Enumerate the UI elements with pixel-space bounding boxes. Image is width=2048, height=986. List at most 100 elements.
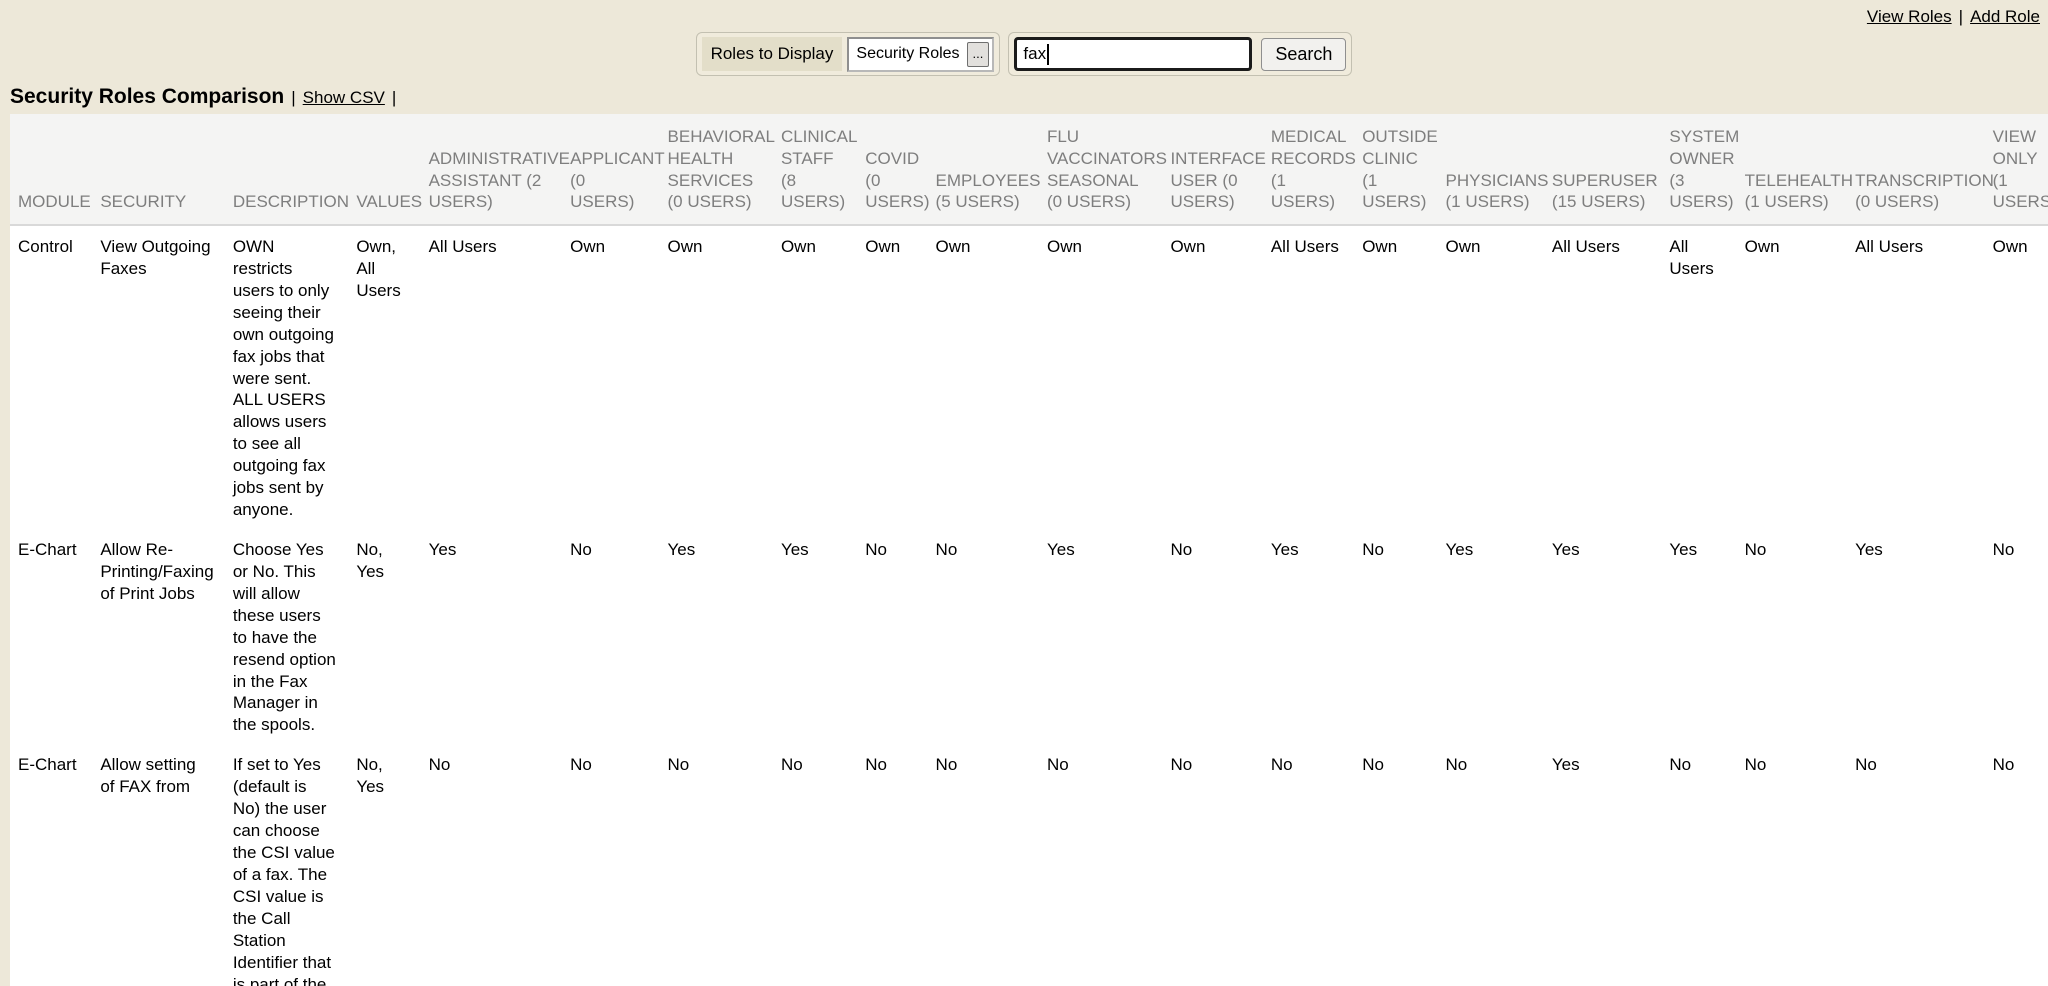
role-value-cell: All Users — [1847, 225, 1985, 529]
search-button[interactable]: Search — [1261, 38, 1346, 71]
page-title: Security Roles Comparison — [10, 85, 284, 109]
search-input[interactable]: fax — [1014, 37, 1252, 71]
heading-separator: | — [291, 88, 295, 108]
role-value-cell: No — [1737, 529, 1847, 744]
role-value-cell: Own — [773, 225, 857, 529]
top-links-separator: | — [1959, 7, 1963, 27]
show-csv-link[interactable]: Show CSV — [303, 88, 385, 108]
role-value-cell: No — [1985, 744, 2048, 986]
role-value-cell: No — [1354, 744, 1437, 986]
column-header: MODULE — [10, 114, 92, 225]
description-cell: If set to Yes (default is No) the user c… — [225, 744, 348, 986]
role-value-cell: No — [1737, 744, 1847, 986]
roles-to-display-label: Roles to Display — [702, 37, 843, 71]
role-value-cell: Yes — [660, 529, 773, 744]
column-header: MEDICAL RECORDS (1 USERS) — [1263, 114, 1354, 225]
search-input-value: fax — [1023, 44, 1046, 64]
security-cell: Allow setting of FAX from — [92, 744, 225, 986]
role-value-cell: Own — [1985, 225, 2048, 529]
column-header: VALUES — [348, 114, 420, 225]
column-header: FLU VACCINATORS SEASONAL (0 USERS) — [1039, 114, 1162, 225]
toolbar: Roles to Display Security Roles ... fax … — [0, 32, 2048, 76]
role-value-cell: No — [1162, 744, 1262, 986]
role-value-cell: Yes — [773, 529, 857, 744]
roles-to-display-group: Roles to Display Security Roles ... — [696, 32, 1001, 76]
role-value-cell: No — [1438, 744, 1544, 986]
role-value-cell: Own — [857, 225, 927, 529]
role-value-cell: Own — [1039, 225, 1162, 529]
role-value-cell: Yes — [421, 529, 563, 744]
module-cell: E-Chart — [10, 529, 92, 744]
role-value-cell: Own — [1438, 225, 1544, 529]
role-value-cell: Own — [928, 225, 1039, 529]
role-value-cell: No — [928, 744, 1039, 986]
role-value-cell: Own — [1354, 225, 1437, 529]
column-header: BEHAVIORAL HEALTH SERVICES (0 USERS) — [660, 114, 773, 225]
table-row: E-ChartAllow setting of FAX fromIf set t… — [10, 744, 2048, 986]
role-value-cell: No — [1162, 529, 1262, 744]
column-header: COVID (0 USERS) — [857, 114, 927, 225]
role-value-cell: No — [562, 744, 659, 986]
view-roles-link[interactable]: View Roles — [1867, 7, 1952, 27]
roles-select-ellipsis-button[interactable]: ... — [967, 42, 990, 67]
role-value-cell: No — [1263, 744, 1354, 986]
role-value-cell: Yes — [1263, 529, 1354, 744]
role-value-cell: Yes — [1438, 529, 1544, 744]
role-value-cell: No — [562, 529, 659, 744]
module-cell: Control — [10, 225, 92, 529]
role-value-cell: No — [660, 744, 773, 986]
role-value-cell: Own — [1737, 225, 1847, 529]
role-value-cell: No — [857, 529, 927, 744]
page-heading-row: Security Roles Comparison | Show CSV | — [10, 85, 2048, 109]
column-header: SYSTEM OWNER (3 USERS) — [1661, 114, 1736, 225]
roles-select[interactable]: Security Roles ... — [847, 37, 994, 72]
column-header: EMPLOYEES (5 USERS) — [928, 114, 1039, 225]
column-header: APPLICANT (0 USERS) — [562, 114, 659, 225]
role-value-cell: Own — [562, 225, 659, 529]
values-cell: Own, All Users — [348, 225, 420, 529]
role-value-cell: All Users — [1263, 225, 1354, 529]
table-header-row: MODULESECURITYDESCRIPTIONVALUESADMINISTR… — [10, 114, 2048, 225]
table-row: E-ChartAllow Re-Printing/Faxing of Print… — [10, 529, 2048, 744]
description-cell: Choose Yes or No. This will allow these … — [225, 529, 348, 744]
table-body: ControlView Outgoing FaxesOWN restricts … — [10, 225, 2048, 986]
module-cell: E-Chart — [10, 744, 92, 986]
role-value-cell: No — [1661, 744, 1736, 986]
role-value-cell: No — [421, 744, 563, 986]
role-value-cell: Yes — [1661, 529, 1736, 744]
roles-select-value: Security Roles — [856, 45, 959, 63]
role-value-cell: All Users — [1661, 225, 1736, 529]
role-value-cell: No — [773, 744, 857, 986]
role-value-cell: No — [1847, 744, 1985, 986]
search-group: fax Search — [1008, 32, 1352, 76]
role-value-cell: No — [1354, 529, 1437, 744]
column-header: SECURITY — [92, 114, 225, 225]
security-cell: View Outgoing Faxes — [92, 225, 225, 529]
top-bar: View Roles | Add Role — [0, 0, 2048, 27]
role-value-cell: Own — [1162, 225, 1262, 529]
column-header: TRANSCRIPTION (0 USERS) — [1847, 114, 1985, 225]
roles-comparison-table: MODULESECURITYDESCRIPTIONVALUESADMINISTR… — [10, 114, 2048, 986]
column-header: SUPERUSER (15 USERS) — [1544, 114, 1661, 225]
table-row: ControlView Outgoing FaxesOWN restricts … — [10, 225, 2048, 529]
role-value-cell: Own — [660, 225, 773, 529]
values-cell: No, Yes — [348, 529, 420, 744]
description-cell: OWN restricts users to only seeing their… — [225, 225, 348, 529]
column-header: VIEW ONLY (1 USERS) — [1985, 114, 2048, 225]
role-value-cell: No — [928, 529, 1039, 744]
role-value-cell: No — [857, 744, 927, 986]
role-value-cell: All Users — [421, 225, 563, 529]
role-value-cell: Yes — [1039, 529, 1162, 744]
role-value-cell: Yes — [1544, 529, 1661, 744]
heading-trailing-separator: | — [392, 88, 396, 108]
role-value-cell: No — [1985, 529, 2048, 744]
values-cell: No, Yes — [348, 744, 420, 986]
add-role-link[interactable]: Add Role — [1970, 7, 2040, 27]
column-header: PHYSICIANS (1 USERS) — [1438, 114, 1544, 225]
top-links: View Roles | Add Role — [1867, 7, 2040, 27]
role-value-cell: No — [1039, 744, 1162, 986]
column-header: OUTSIDE CLINIC (1 USERS) — [1354, 114, 1437, 225]
column-header: ADMINISTRATIVE ASSISTANT (2 USERS) — [421, 114, 563, 225]
security-cell: Allow Re-Printing/Faxing of Print Jobs — [92, 529, 225, 744]
role-value-cell: All Users — [1544, 225, 1661, 529]
